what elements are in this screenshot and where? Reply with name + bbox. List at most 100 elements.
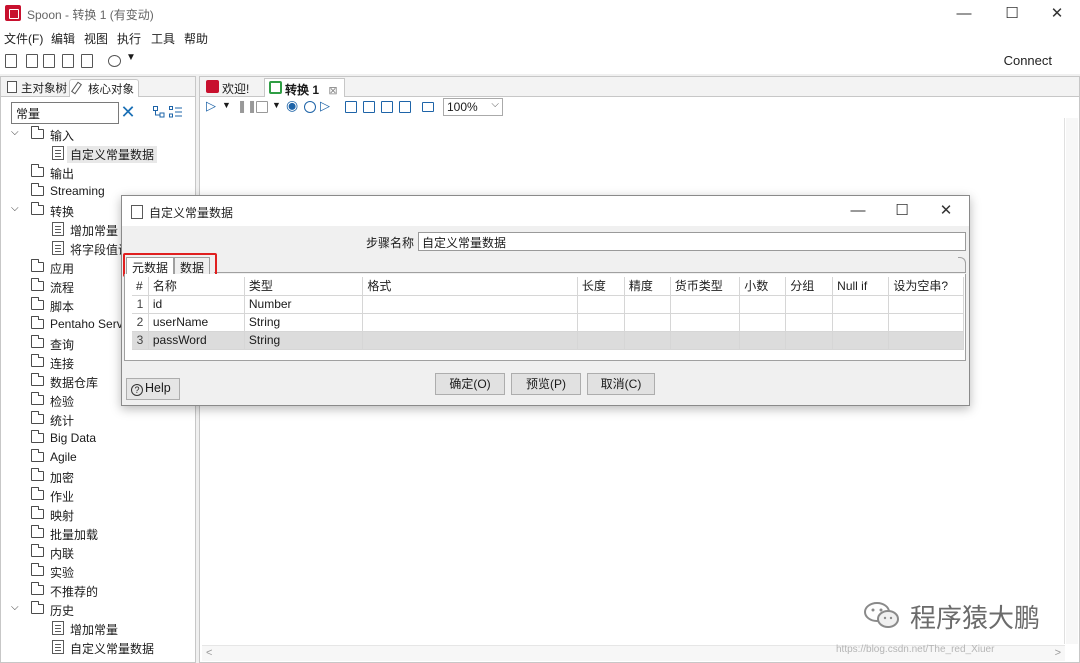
field-currency-cell[interactable] bbox=[669, 330, 741, 350]
expand-tree-icon[interactable] bbox=[169, 106, 183, 118]
field-decimal-cell[interactable] bbox=[739, 330, 787, 350]
field-precision-cell[interactable] bbox=[623, 294, 671, 314]
preview-button[interactable]: 预览(P) bbox=[511, 373, 581, 395]
menu-file[interactable]: 文件(F) bbox=[4, 30, 43, 47]
field-name-cell[interactable]: id bbox=[147, 294, 245, 314]
field-group-cell[interactable] bbox=[785, 330, 834, 350]
layers-dropdown-icon[interactable]: ▼ bbox=[126, 52, 136, 63]
field-name-cell[interactable]: passWord bbox=[147, 330, 245, 350]
menu-edit[interactable]: 编辑 bbox=[51, 30, 75, 47]
field-type-cell[interactable]: Number bbox=[243, 294, 364, 314]
save-as-icon[interactable] bbox=[81, 54, 93, 68]
field-type-cell[interactable]: String bbox=[243, 330, 364, 350]
table-row[interactable]: 2 userName String bbox=[132, 312, 964, 332]
close-tab-icon[interactable]: ⊠ bbox=[328, 85, 337, 97]
field-length-cell[interactable] bbox=[576, 294, 625, 314]
col-header-precision[interactable]: 精度 bbox=[623, 277, 671, 296]
close-button[interactable]: ✕ bbox=[1034, 0, 1080, 28]
table-row[interactable]: 1 id Number bbox=[132, 294, 964, 314]
chevron-down-icon[interactable]: ⌵ bbox=[11, 603, 21, 613]
stop-options-icon[interactable]: ▼ bbox=[272, 100, 281, 110]
search-input[interactable]: 常量 bbox=[11, 102, 119, 124]
tab-core-objects[interactable]: 核心对象 bbox=[69, 79, 139, 97]
tree-folder[interactable]: 映射 bbox=[1, 505, 195, 524]
explore-db-icon[interactable] bbox=[399, 101, 411, 113]
field-null-if-cell[interactable] bbox=[832, 312, 890, 332]
menu-run[interactable]: 执行 bbox=[117, 30, 141, 47]
field-format-cell[interactable] bbox=[362, 330, 578, 350]
tab-transformation[interactable]: 转换 1 ⊠ bbox=[264, 78, 345, 97]
save-icon[interactable] bbox=[62, 54, 74, 68]
dialog-close-button[interactable]: ✕ bbox=[924, 196, 968, 226]
tree-folder[interactable]: Agile bbox=[1, 448, 195, 467]
clear-search-icon[interactable]: ✕ bbox=[119, 101, 137, 123]
field-group-cell[interactable] bbox=[785, 312, 834, 332]
open-file-icon[interactable] bbox=[26, 54, 38, 68]
run-icon[interactable]: ▷ bbox=[206, 98, 216, 114]
tree-step[interactable]: 自定义常量数据 bbox=[1, 144, 195, 163]
tree-folder[interactable]: 实验 bbox=[1, 562, 195, 581]
chevron-down-icon[interactable]: ⌵ bbox=[11, 204, 21, 214]
field-format-cell[interactable] bbox=[362, 294, 578, 314]
help-button[interactable]: ? Help bbox=[126, 378, 180, 400]
connect-button[interactable]: Connect bbox=[1004, 53, 1052, 68]
scroll-right-icon[interactable]: > bbox=[1055, 647, 1061, 659]
tree-folder[interactable]: 输出 bbox=[1, 163, 195, 182]
menu-view[interactable]: 视图 bbox=[84, 30, 108, 47]
tree-folder[interactable]: 不推荐的 bbox=[1, 581, 195, 600]
tree-folder[interactable]: 内联 bbox=[1, 543, 195, 562]
ok-button[interactable]: 确定(O) bbox=[435, 373, 505, 395]
field-set-empty-cell[interactable] bbox=[888, 294, 964, 314]
field-set-empty-cell[interactable] bbox=[888, 330, 964, 350]
field-name-cell[interactable]: userName bbox=[147, 312, 245, 332]
stop-icon[interactable] bbox=[256, 101, 268, 113]
table-row[interactable]: 3 passWord String bbox=[132, 330, 964, 350]
dialog-maximize-button[interactable]: ☐ bbox=[880, 196, 924, 226]
preview-icon[interactable]: ◉ bbox=[286, 97, 298, 114]
tree-folder[interactable]: 加密 bbox=[1, 467, 195, 486]
menu-help[interactable]: 帮助 bbox=[184, 30, 208, 47]
menu-tools[interactable]: 工具 bbox=[151, 30, 175, 47]
field-precision-cell[interactable] bbox=[623, 312, 671, 332]
field-decimal-cell[interactable] bbox=[739, 312, 787, 332]
maximize-button[interactable]: ☐ bbox=[989, 0, 1035, 28]
field-precision-cell[interactable] bbox=[623, 330, 671, 350]
col-header-length[interactable]: 长度 bbox=[576, 277, 625, 296]
field-length-cell[interactable] bbox=[576, 330, 625, 350]
impact-icon[interactable] bbox=[363, 101, 375, 113]
layers-icon[interactable] bbox=[108, 55, 121, 67]
col-header-set-empty[interactable]: 设为空串? bbox=[888, 277, 964, 296]
verify-icon[interactable] bbox=[345, 101, 357, 113]
minimize-button[interactable]: — bbox=[941, 0, 987, 28]
field-set-empty-cell[interactable] bbox=[888, 312, 964, 332]
chevron-down-icon[interactable]: ⌵ bbox=[11, 128, 21, 138]
field-currency-cell[interactable] bbox=[669, 312, 741, 332]
zoom-select[interactable]: 100% ⌵ bbox=[443, 98, 503, 116]
tree-folder[interactable]: ⌵ 历史 bbox=[1, 600, 195, 619]
field-null-if-cell[interactable] bbox=[832, 330, 890, 350]
field-decimal-cell[interactable] bbox=[739, 294, 787, 314]
col-header-decimal[interactable]: 小数 bbox=[739, 277, 787, 296]
vertical-scrollbar[interactable] bbox=[1066, 118, 1078, 644]
tab-main-tree[interactable]: 主对象树 bbox=[3, 79, 71, 97]
tree-folder[interactable]: Big Data bbox=[1, 429, 195, 448]
field-currency-cell[interactable] bbox=[669, 294, 741, 314]
col-header-null-if[interactable]: Null if bbox=[832, 277, 890, 296]
debug-icon[interactable] bbox=[304, 101, 316, 113]
show-results-icon[interactable] bbox=[422, 102, 434, 112]
step-name-input[interactable]: 自定义常量数据 bbox=[418, 232, 966, 251]
scroll-left-icon[interactable]: < bbox=[206, 647, 212, 659]
tree-folder[interactable]: 批量加载 bbox=[1, 524, 195, 543]
sql-icon[interactable] bbox=[381, 101, 393, 113]
field-null-if-cell[interactable] bbox=[832, 294, 890, 314]
tree-step[interactable]: 增加常量 bbox=[1, 619, 195, 638]
col-header-format[interactable]: 格式 bbox=[362, 277, 578, 296]
dialog-minimize-button[interactable]: — bbox=[836, 196, 880, 226]
replay-icon[interactable]: ▷ bbox=[320, 98, 330, 114]
pause-icon[interactable]: ❚❚ bbox=[237, 99, 257, 113]
tree-folder[interactable]: ⌵ 输入 bbox=[1, 125, 195, 144]
field-group-cell[interactable] bbox=[785, 294, 834, 314]
col-header-name[interactable]: 名称 bbox=[147, 277, 245, 296]
explore-repository-icon[interactable] bbox=[43, 54, 55, 68]
col-header-type[interactable]: 类型 bbox=[243, 277, 364, 296]
